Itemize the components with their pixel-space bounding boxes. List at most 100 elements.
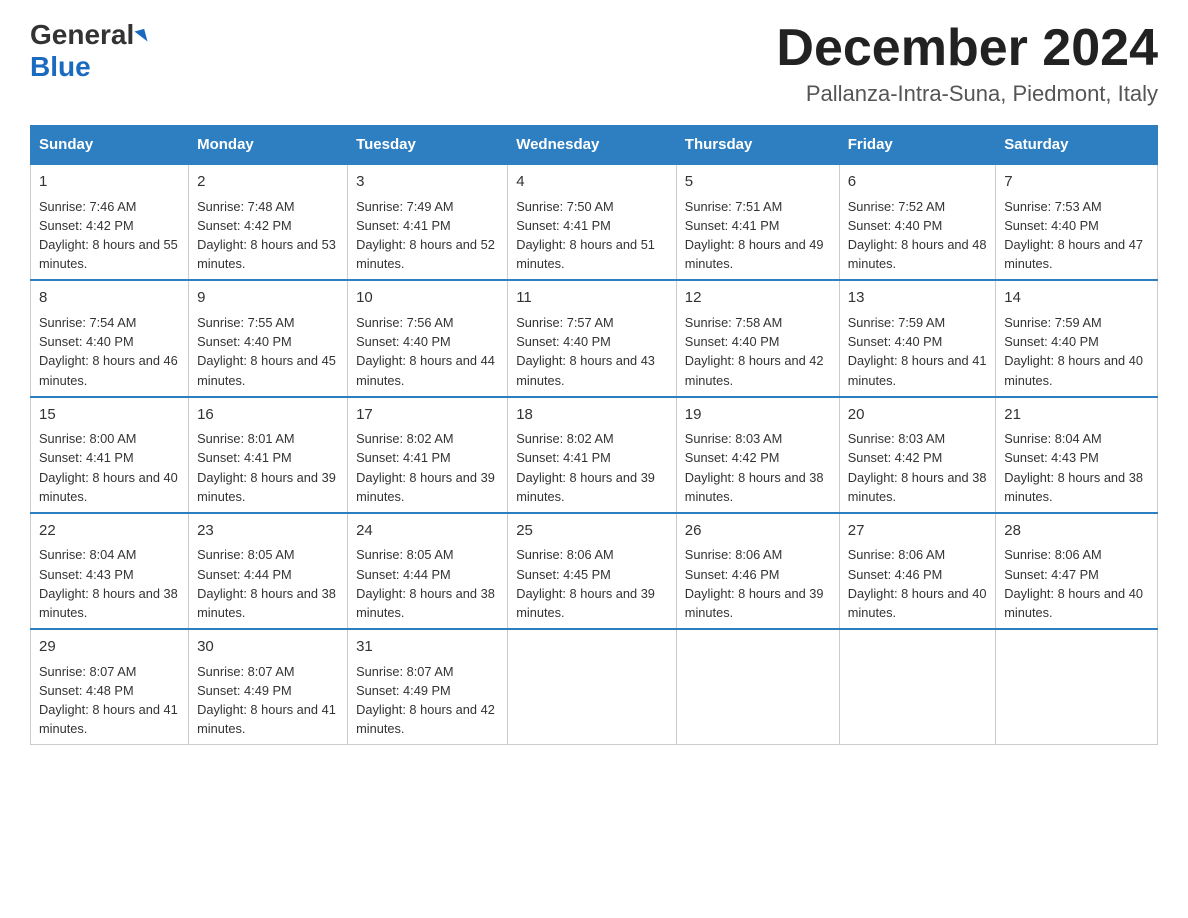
calendar-cell: 4 Sunrise: 7:50 AMSunset: 4:41 PMDaylight… (508, 164, 677, 280)
week-row-2: 8 Sunrise: 7:54 AMSunset: 4:40 PMDaylight… (31, 280, 1158, 396)
day-number: 18 (516, 404, 668, 427)
calendar-cell: 25Sunrise: 8:06 AMSunset: 4:45 PMDayligh… (508, 513, 677, 629)
day-number: 20 (848, 404, 988, 427)
day-number: 30 (197, 636, 339, 659)
day-number: 3 (356, 171, 499, 194)
calendar-table: SundayMondayTuesdayWednesdayThursdayFrid… (30, 125, 1158, 745)
calendar-cell: 13 Sunrise: 7:59 AMSunset: 4:40 PMDayligh… (839, 280, 996, 396)
logo-arrow-icon (135, 29, 148, 44)
calendar-cell: 24Sunrise: 8:05 AMSunset: 4:44 PMDayligh… (348, 513, 508, 629)
calendar-cell: 1 Sunrise: 7:46 AMSunset: 4:42 PMDaylight… (31, 164, 189, 280)
day-info: Sunrise: 7:48 AMSunset: 4:42 PMDaylight:… (197, 197, 339, 274)
day-number: 25 (516, 520, 668, 543)
day-info: Sunrise: 8:04 AMSunset: 4:43 PMDaylight:… (39, 545, 180, 622)
calendar-cell: 18Sunrise: 8:02 AMSunset: 4:41 PMDayligh… (508, 397, 677, 513)
day-number: 28 (1004, 520, 1149, 543)
day-info: Sunrise: 8:05 AMSunset: 4:44 PMDaylight:… (197, 545, 339, 622)
day-info: Sunrise: 7:51 AMSunset: 4:41 PMDaylight:… (685, 197, 831, 274)
day-info: Sunrise: 7:59 AMSunset: 4:40 PMDaylight:… (848, 313, 988, 390)
day-number: 13 (848, 287, 988, 310)
day-number: 7 (1004, 171, 1149, 194)
day-number: 24 (356, 520, 499, 543)
day-number: 10 (356, 287, 499, 310)
day-info: Sunrise: 8:00 AMSunset: 4:41 PMDaylight:… (39, 429, 180, 506)
day-info: Sunrise: 7:58 AMSunset: 4:40 PMDaylight:… (685, 313, 831, 390)
day-number: 27 (848, 520, 988, 543)
day-info: Sunrise: 8:05 AMSunset: 4:44 PMDaylight:… (356, 545, 499, 622)
day-info: Sunrise: 8:01 AMSunset: 4:41 PMDaylight:… (197, 429, 339, 506)
calendar-cell (996, 629, 1158, 745)
day-number: 11 (516, 287, 668, 310)
day-number: 21 (1004, 404, 1149, 427)
day-number: 8 (39, 287, 180, 310)
page-header: General Blue December 2024 Pallanza-Intr… (30, 20, 1158, 107)
day-info: Sunrise: 8:07 AMSunset: 4:49 PMDaylight:… (197, 662, 339, 739)
calendar-cell (839, 629, 996, 745)
day-info: Sunrise: 8:07 AMSunset: 4:48 PMDaylight:… (39, 662, 180, 739)
day-info: Sunrise: 7:49 AMSunset: 4:41 PMDaylight:… (356, 197, 499, 274)
day-number: 5 (685, 171, 831, 194)
day-info: Sunrise: 8:06 AMSunset: 4:47 PMDaylight:… (1004, 545, 1149, 622)
calendar-cell: 16Sunrise: 8:01 AMSunset: 4:41 PMDayligh… (189, 397, 348, 513)
calendar-cell: 6Sunrise: 7:52 AMSunset: 4:40 PMDaylight… (839, 164, 996, 280)
calendar-cell: 21Sunrise: 8:04 AMSunset: 4:43 PMDayligh… (996, 397, 1158, 513)
calendar-cell: 22Sunrise: 8:04 AMSunset: 4:43 PMDayligh… (31, 513, 189, 629)
day-number: 29 (39, 636, 180, 659)
calendar-cell: 9 Sunrise: 7:55 AMSunset: 4:40 PMDaylight… (189, 280, 348, 396)
day-number: 9 (197, 287, 339, 310)
month-title: December 2024 (776, 20, 1158, 77)
day-number: 16 (197, 404, 339, 427)
calendar-cell: 28Sunrise: 8:06 AMSunset: 4:47 PMDayligh… (996, 513, 1158, 629)
calendar-cell: 26Sunrise: 8:06 AMSunset: 4:46 PMDayligh… (676, 513, 839, 629)
day-info: Sunrise: 7:50 AMSunset: 4:41 PMDaylight:… (516, 197, 668, 274)
calendar-cell: 2Sunrise: 7:48 AMSunset: 4:42 PMDaylight… (189, 164, 348, 280)
day-number: 6 (848, 171, 988, 194)
calendar-cell: 20Sunrise: 8:03 AMSunset: 4:42 PMDayligh… (839, 397, 996, 513)
calendar-cell: 10 Sunrise: 7:56 AMSunset: 4:40 PMDayligh… (348, 280, 508, 396)
calendar-cell: 31Sunrise: 8:07 AMSunset: 4:49 PMDayligh… (348, 629, 508, 745)
calendar-cell: 23Sunrise: 8:05 AMSunset: 4:44 PMDayligh… (189, 513, 348, 629)
day-number: 17 (356, 404, 499, 427)
week-row-5: 29 Sunrise: 8:07 AMSunset: 4:48 PMDayligh… (31, 629, 1158, 745)
day-info: Sunrise: 7:46 AMSunset: 4:42 PMDaylight:… (39, 197, 180, 274)
header-day-sunday: Sunday (31, 126, 189, 165)
header-day-thursday: Thursday (676, 126, 839, 165)
header-day-monday: Monday (189, 126, 348, 165)
calendar-cell: 3 Sunrise: 7:49 AMSunset: 4:41 PMDaylight… (348, 164, 508, 280)
day-info: Sunrise: 8:06 AMSunset: 4:46 PMDaylight:… (685, 545, 831, 622)
calendar-cell (508, 629, 677, 745)
day-number: 1 (39, 171, 180, 194)
day-info: Sunrise: 7:54 AMSunset: 4:40 PMDaylight:… (39, 313, 180, 390)
week-row-4: 22Sunrise: 8:04 AMSunset: 4:43 PMDayligh… (31, 513, 1158, 629)
logo-line2: Blue (30, 51, 91, 83)
calendar-cell: 12 Sunrise: 7:58 AMSunset: 4:40 PMDayligh… (676, 280, 839, 396)
day-number: 15 (39, 404, 180, 427)
week-row-3: 15Sunrise: 8:00 AMSunset: 4:41 PMDayligh… (31, 397, 1158, 513)
day-info: Sunrise: 8:03 AMSunset: 4:42 PMDaylight:… (848, 429, 988, 506)
calendar-cell: 17Sunrise: 8:02 AMSunset: 4:41 PMDayligh… (348, 397, 508, 513)
day-info: Sunrise: 7:59 AMSunset: 4:40 PMDaylight:… (1004, 313, 1149, 390)
day-number: 4 (516, 171, 668, 194)
day-number: 26 (685, 520, 831, 543)
header-day-friday: Friday (839, 126, 996, 165)
calendar-cell: 30 Sunrise: 8:07 AMSunset: 4:49 PMDayligh… (189, 629, 348, 745)
calendar-cell: 14 Sunrise: 7:59 AMSunset: 4:40 PMDayligh… (996, 280, 1158, 396)
day-number: 12 (685, 287, 831, 310)
calendar-cell: 19Sunrise: 8:03 AMSunset: 4:42 PMDayligh… (676, 397, 839, 513)
day-info: Sunrise: 7:55 AMSunset: 4:40 PMDaylight:… (197, 313, 339, 390)
week-row-1: 1 Sunrise: 7:46 AMSunset: 4:42 PMDaylight… (31, 164, 1158, 280)
day-info: Sunrise: 7:53 AMSunset: 4:40 PMDaylight:… (1004, 197, 1149, 274)
calendar-cell (676, 629, 839, 745)
day-number: 23 (197, 520, 339, 543)
calendar-cell: 5 Sunrise: 7:51 AMSunset: 4:41 PMDaylight… (676, 164, 839, 280)
day-info: Sunrise: 8:03 AMSunset: 4:42 PMDaylight:… (685, 429, 831, 506)
header-day-saturday: Saturday (996, 126, 1158, 165)
calendar-cell: 8 Sunrise: 7:54 AMSunset: 4:40 PMDaylight… (31, 280, 189, 396)
day-info: Sunrise: 8:02 AMSunset: 4:41 PMDaylight:… (356, 429, 499, 506)
day-info: Sunrise: 7:56 AMSunset: 4:40 PMDaylight:… (356, 313, 499, 390)
calendar-cell: 29 Sunrise: 8:07 AMSunset: 4:48 PMDayligh… (31, 629, 189, 745)
day-info: Sunrise: 8:07 AMSunset: 4:49 PMDaylight:… (356, 662, 499, 739)
title-section: December 2024 Pallanza-Intra-Suna, Piedm… (776, 20, 1158, 107)
day-number: 14 (1004, 287, 1149, 310)
day-info: Sunrise: 8:04 AMSunset: 4:43 PMDaylight:… (1004, 429, 1149, 506)
